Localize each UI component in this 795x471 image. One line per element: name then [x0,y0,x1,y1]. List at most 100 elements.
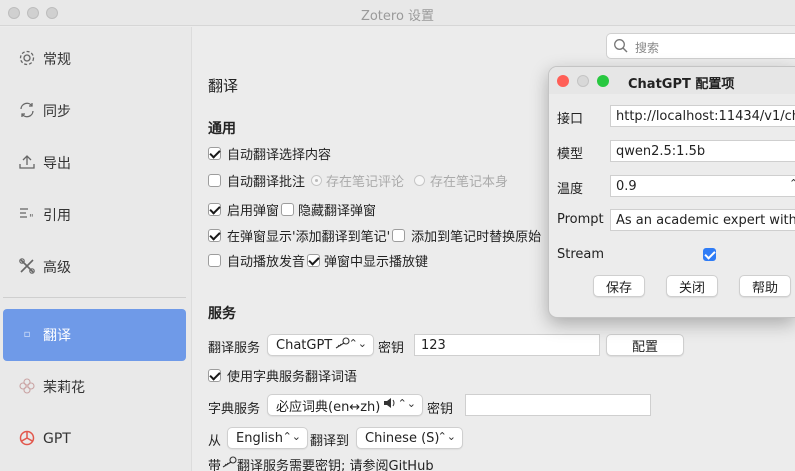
search-field[interactable]: 搜索 [606,33,795,59]
dict-service-value: 必应词典(en↔zh) [276,399,381,415]
stepper-icon[interactable]: ⌃⌄ [789,177,795,190]
page-title: 翻译 [208,77,239,95]
translate-service-select[interactable]: ChatGPT ⌃⌄ [267,334,374,356]
from-label: 从 [208,434,222,449]
sidebar-item-label: 茉莉花 [43,380,85,396]
show-play-button-label: 弹窗中显示播放键 [324,254,429,270]
export-icon [17,153,37,173]
auto-translate-selection-checkbox[interactable] [208,146,221,160]
stream-checkbox[interactable] [703,248,716,261]
sync-icon [17,101,37,121]
show-play-button-checkbox[interactable] [307,253,321,267]
to-language-value: Chinese (S) [365,430,440,446]
dict-secret-input[interactable] [465,394,651,416]
from-language-value: English [236,430,283,446]
sidebar-item-export[interactable]: 导出 [0,137,192,189]
sidebar-item-gpt[interactable]: GPT [0,413,192,465]
secret-input[interactable]: 123 [414,334,600,356]
chatgpt-config-dialog: ChatGPT 配置项 接口 http://localhost:11434/v1… [548,66,795,318]
save-to-body-label: 存在笔记本身 [430,174,509,190]
to-language-select[interactable]: Chinese (S) ⌃⌄ [356,427,463,449]
api-label: 接口 [557,112,584,127]
section-heading-services: 服务 [208,306,236,322]
from-language-select[interactable]: English ⌃⌄ [227,427,308,449]
save-to-comment-label: 存在笔记评论 [326,174,405,190]
openai-icon [17,429,37,449]
help-button[interactable]: 帮助 [739,275,791,297]
dialog-minimize-button[interactable] [577,75,589,87]
speaker-icon [383,397,396,413]
dict-service-select[interactable]: 必应词典(en↔zh) ⌃⌄ [267,394,423,416]
enable-popup-label: 启用弹窗 [227,203,280,219]
auto-play-label: 自动播放发音 [227,254,306,270]
model-input[interactable]: qwen2.5:1.5b [610,140,795,162]
close-button[interactable]: 关闭 [666,275,718,297]
to-label: 翻译到 [310,434,350,449]
chevron-updown-icon: ⌃⌄ [282,430,301,443]
sidebar: 常规 同步 导出 " 引用 高级 ▫ 翻译 茉莉花 GPT [0,27,192,471]
tools-icon [17,257,37,277]
window-title: Zotero 设置 [360,9,435,24]
sidebar-item-sync[interactable]: 同步 [0,85,192,137]
auto-translate-annotation-checkbox[interactable] [208,173,221,187]
sidebar-item-jasmine[interactable]: 茉莉花 [0,361,192,413]
add-to-note-row: 在弹窗显示'添加翻译到笔记' 添加到笔记时替换原始 [208,226,542,245]
hide-popup-checkbox[interactable] [281,202,295,216]
sidebar-item-label: 导出 [43,156,71,172]
auto-translate-annotation-row: 自动翻译批注 存在笔记评论 存在笔记本身 [208,171,509,190]
replace-original-checkbox[interactable] [392,228,406,242]
sidebar-item-label: 常规 [43,52,71,68]
save-to-comment-radio[interactable] [311,174,323,186]
key-icon [221,456,237,471]
enable-popup-checkbox[interactable] [208,202,221,216]
section-heading-general: 通用 [208,121,236,137]
show-add-to-note-label: 在弹窗显示'添加翻译到笔记' [227,229,391,245]
sidebar-item-translate[interactable]: ▫ 翻译 [3,309,186,361]
key-footnote-prefix: 带 [208,458,222,471]
cite-icon: " [17,205,37,225]
sidebar-item-label: 高级 [43,260,71,276]
key-footnote-row: 带 翻译服务需要密钥; 请参阅GitHub [208,455,434,471]
auto-play-checkbox[interactable] [208,253,221,267]
chevron-updown-icon: ⌃⌄ [437,430,456,443]
save-button[interactable]: 保存 [593,275,645,297]
temperature-label: 温度 [557,182,584,197]
prompt-input[interactable]: As an academic expert with specialized k… [610,209,795,231]
stream-label: Stream [557,247,605,262]
playback-row: 自动播放发音 弹窗中显示播放键 [208,251,429,270]
chevron-updown-icon: ⌃⌄ [348,337,367,350]
hide-popup-label: 隐藏翻译弹窗 [298,203,377,219]
sidebar-item-cite[interactable]: " 引用 [0,189,192,241]
chevron-updown-icon: ⌃⌄ [397,397,416,410]
search-placeholder: 搜索 [635,41,660,55]
model-label: 模型 [557,147,584,162]
gear-icon [17,49,37,69]
popup-row: 启用弹窗 隐藏翻译弹窗 [208,200,377,219]
sidebar-item-label: 翻译 [43,328,71,344]
temperature-value: 0.9 [616,178,637,194]
use-dict-checkbox[interactable] [208,368,221,382]
jasmine-icon [17,377,37,397]
save-to-body-radio[interactable] [414,174,426,186]
sidebar-item-advanced[interactable]: 高级 [0,241,192,293]
auto-translate-selection-label: 自动翻译选择内容 [227,147,332,163]
dict-secret-label: 密钥 [427,402,454,417]
config-button[interactable]: 配置 [606,334,684,356]
sidebar-item-general[interactable]: 常规 [0,33,192,85]
translate-service-value: ChatGPT [276,337,333,353]
use-dict-label: 使用字典服务翻译词语 [227,369,358,385]
translate-service-label: 翻译服务 [208,341,261,356]
show-add-to-note-checkbox[interactable] [208,228,221,242]
dialog-zoom-button[interactable] [597,75,609,87]
secret-label: 密钥 [378,341,405,356]
title-bar: Zotero 设置 [0,0,795,26]
key-footnote-text: 翻译服务需要密钥; 请参阅GitHub [237,458,434,471]
search-icon [613,38,629,54]
dialog-close-button[interactable] [557,75,569,87]
dialog-title: ChatGPT 配置项 [628,77,735,92]
api-input[interactable]: http://localhost:11434/v1/chat/completio… [610,105,795,127]
use-dict-row: 使用字典服务翻译词语 [208,366,358,385]
sidebar-item-label: GPT [43,431,71,447]
temperature-input[interactable]: 0.9 ⌃⌄ [610,175,795,197]
replace-original-label: 添加到笔记时替换原始 [411,229,542,245]
